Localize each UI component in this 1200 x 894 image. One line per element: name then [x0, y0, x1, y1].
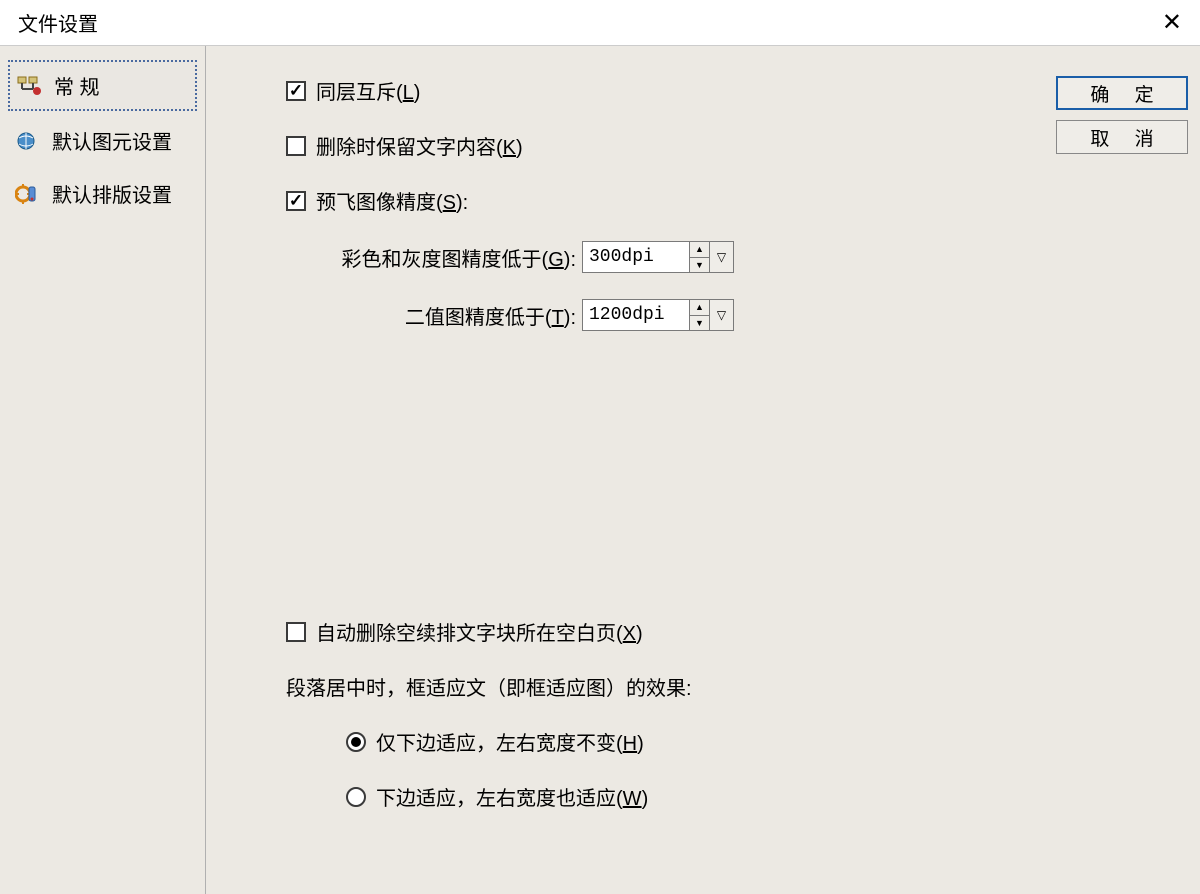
cancel-button[interactable]: 取 消 [1056, 120, 1188, 154]
spinner-buttons[interactable]: ▲▼ [690, 241, 710, 273]
sidebar: 常 规 默认图元设置 默认排版设置 [0, 46, 206, 894]
label-color-gray: 彩色和灰度图精度低于(G): [316, 243, 576, 272]
row-auto-delete[interactable]: 自动删除空续排文字块所在空白页(X) [286, 617, 1176, 646]
color-gray-input[interactable] [582, 241, 690, 273]
row-color-gray: 彩色和灰度图精度低于(G): ▲▼ ▽ [316, 241, 1176, 273]
radio-bottom-width[interactable] [346, 787, 366, 807]
spacer [286, 357, 1176, 617]
label-preflight: 预飞图像精度(S): [316, 186, 468, 215]
row-radio-bottom[interactable]: 仅下边适应，左右宽度不变(H) [346, 727, 1176, 756]
sidebar-item-general[interactable]: 常 规 [8, 60, 197, 111]
spinner-buttons[interactable]: ▲▼ [690, 299, 710, 331]
label-same-layer: 同层互斥(L) [316, 76, 420, 105]
row-keep-text[interactable]: 删除时保留文字内容(K) [286, 131, 1176, 160]
row-binary: 二值图精度低于(T): ▲▼ ▽ [316, 299, 1176, 331]
label-keep-text: 删除时保留文字内容(K) [316, 131, 523, 160]
dropdown-icon[interactable]: ▽ [710, 241, 734, 273]
color-gray-spinner[interactable]: ▲▼ ▽ [582, 241, 734, 273]
sidebar-item-default-layout[interactable]: 默认排版设置 [8, 170, 197, 217]
title-bar: 文件设置 ✕ [0, 0, 1200, 46]
radio-bottom-only[interactable] [346, 732, 366, 752]
spin-down-icon[interactable]: ▼ [690, 258, 709, 273]
dropdown-icon[interactable]: ▽ [710, 299, 734, 331]
spin-up-icon[interactable]: ▲ [690, 242, 709, 258]
sidebar-item-label: 常 规 [54, 71, 100, 100]
layout-icon [14, 182, 42, 206]
general-icon [16, 74, 44, 98]
close-icon[interactable]: ✕ [1162, 11, 1182, 35]
row-preflight[interactable]: 预飞图像精度(S): [286, 186, 1176, 215]
checkbox-preflight[interactable] [286, 191, 306, 211]
main-container: 常 规 默认图元设置 默认排版设置 [0, 46, 1200, 894]
label-radio-bottom: 仅下边适应，左右宽度不变(H) [376, 727, 644, 756]
binary-input[interactable] [582, 299, 690, 331]
element-icon [14, 129, 42, 153]
spin-up-icon[interactable]: ▲ [690, 300, 709, 316]
label-auto-delete: 自动删除空续排文字块所在空白页(X) [316, 617, 643, 646]
spin-down-icon[interactable]: ▼ [690, 316, 709, 331]
row-same-layer[interactable]: 同层互斥(L) [286, 76, 1176, 105]
row-radio-width[interactable]: 下边适应，左右宽度也适应(W) [346, 782, 1176, 811]
checkbox-keep-text[interactable] [286, 136, 306, 156]
main-panel: 确 定 取 消 同层互斥(L) 删除时保留文字内容(K) 预飞图像精度(S): … [206, 46, 1200, 894]
label-binary: 二值图精度低于(T): [316, 301, 576, 330]
label-radio-width: 下边适应，左右宽度也适应(W) [376, 782, 648, 811]
binary-spinner[interactable]: ▲▼ ▽ [582, 299, 734, 331]
window-title: 文件设置 [18, 8, 98, 37]
sidebar-item-default-element[interactable]: 默认图元设置 [8, 117, 197, 164]
sidebar-item-label: 默认排版设置 [52, 179, 172, 208]
checkbox-same-layer[interactable] [286, 81, 306, 101]
sidebar-item-label: 默认图元设置 [52, 126, 172, 155]
button-column: 确 定 取 消 [1056, 76, 1188, 154]
ok-button[interactable]: 确 定 [1056, 76, 1188, 110]
paragraph-center-heading: 段落居中时，框适应文（即框适应图）的效果: [286, 672, 1176, 701]
checkbox-auto-delete[interactable] [286, 622, 306, 642]
